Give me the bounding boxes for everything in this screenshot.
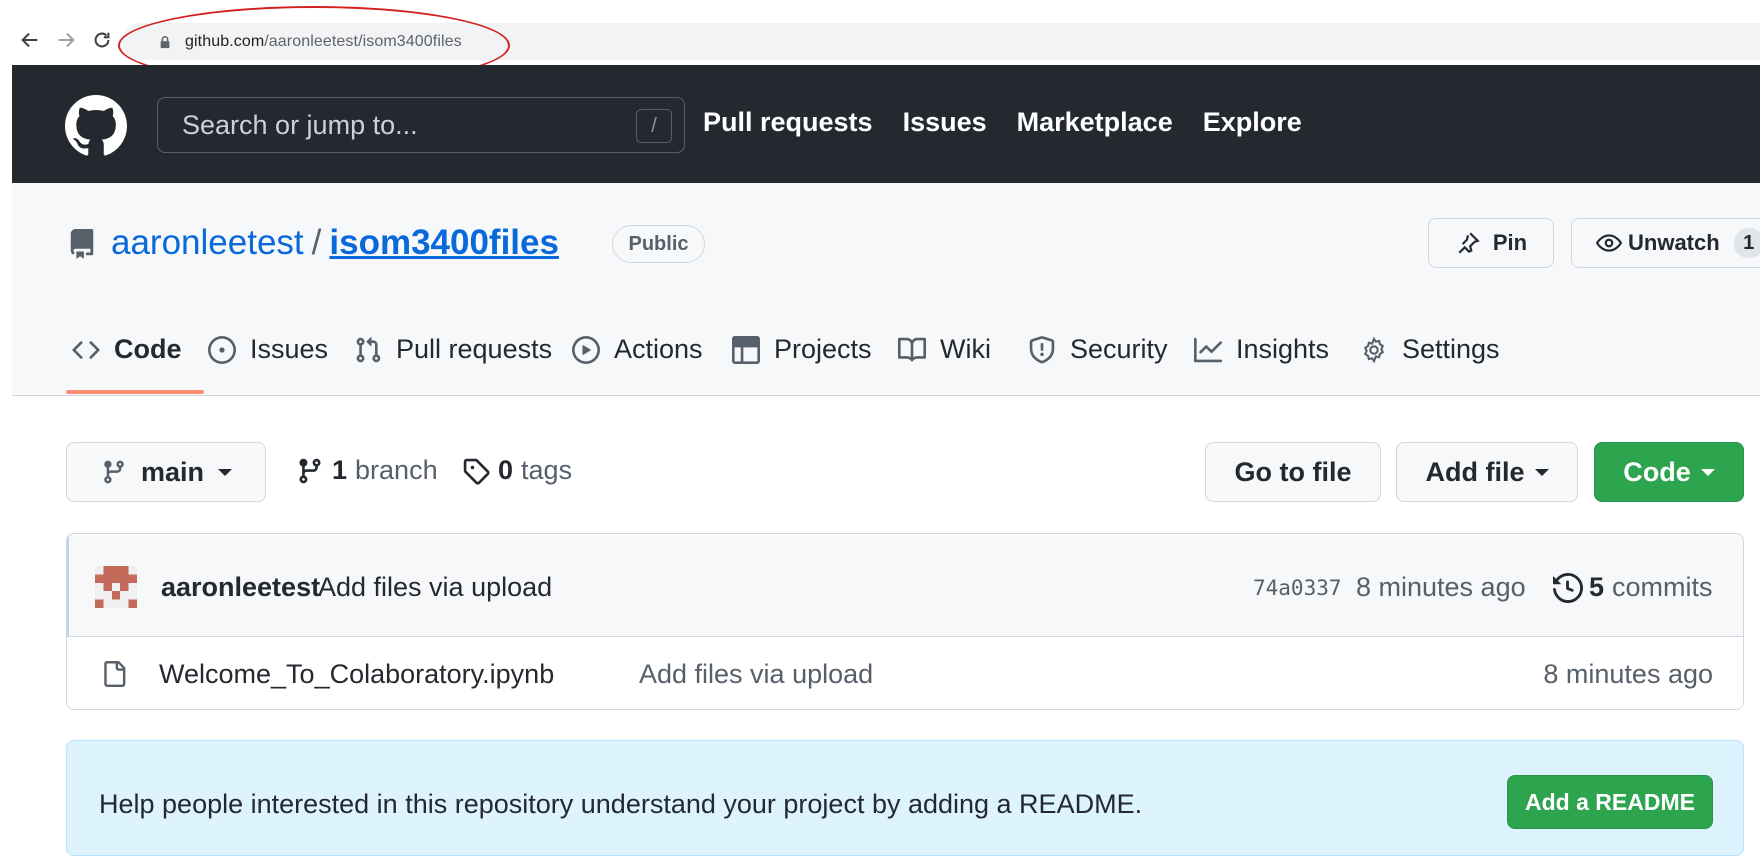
unwatch-label: Unwatch [1628, 230, 1720, 255]
tag-count-label: tags [521, 455, 573, 485]
tab-issues-label: Issues [250, 334, 329, 364]
url-path: /aaronleetest/isom3400files [264, 32, 462, 50]
repo-icon [67, 228, 97, 260]
code-button-label: Code [1623, 456, 1691, 487]
git-pull-request-icon [356, 336, 381, 362]
file-name-link[interactable]: Welcome_To_Colaboratory.ipynb [159, 659, 554, 690]
tab-code[interactable]: Code [72, 303, 182, 396]
tab-settings-label: Settings [1402, 334, 1500, 364]
tab-projects-label: Projects [774, 334, 872, 364]
commit-count-label: commits [1612, 572, 1713, 602]
repo-header: aaronleetest / isom3400files Public Pin … [12, 183, 1760, 396]
branch-select-button[interactable]: main [66, 442, 266, 502]
commit-sha-link[interactable]: 74a0337 [1253, 576, 1342, 600]
tag-count-number: 0 [498, 455, 514, 485]
tab-security[interactable]: Security [1028, 303, 1168, 396]
url-domain: github.com [185, 32, 265, 50]
tab-projects[interactable]: Projects [732, 303, 872, 396]
file-commit-message-link[interactable]: Add files via upload [639, 659, 873, 690]
play-icon [572, 335, 600, 364]
commit-time: 8 minutes ago [1356, 572, 1526, 602]
chevron-down-icon [218, 468, 233, 476]
tab-settings[interactable]: Settings [1360, 303, 1500, 396]
nav-marketplace[interactable]: Marketplace [1017, 107, 1173, 138]
browser-chrome: github.com/aaronleetest/isom3400files [0, 0, 1760, 85]
book-icon [898, 337, 926, 361]
lock-icon [158, 35, 172, 49]
tag-icon [463, 458, 490, 485]
forward-arrow-icon[interactable] [52, 26, 80, 54]
eye-icon [1596, 230, 1622, 256]
readme-banner: Help people interested in this repositor… [66, 740, 1744, 856]
nav-explore[interactable]: Explore [1203, 107, 1302, 138]
avatar[interactable] [95, 566, 137, 608]
search-input[interactable]: Search or jump to... / [157, 97, 685, 153]
tab-code-label: Code [114, 334, 182, 364]
github-header: Search or jump to... / Pull requests Iss… [12, 65, 1760, 183]
latest-commit-row: aaronleetest Add files via upload 74a033… [67, 534, 1743, 637]
tab-actions-label: Actions [614, 334, 703, 364]
tab-issues[interactable]: Issues [208, 303, 328, 396]
tab-pull-requests-label: Pull requests [396, 334, 553, 364]
repo-title: aaronleetest / isom3400files [111, 223, 559, 263]
file-icon [101, 659, 127, 689]
chevron-down-icon [1534, 468, 1549, 476]
add-readme-button[interactable]: Add a README [1507, 775, 1713, 829]
commit-message-link[interactable]: Add files via upload [318, 572, 552, 603]
table-row[interactable]: Welcome_To_Colaboratory.ipynb Add files … [67, 637, 1743, 709]
add-file-label: Add file [1425, 456, 1525, 487]
table-icon [732, 335, 760, 364]
tab-pull-requests[interactable]: Pull requests [354, 303, 552, 396]
github-logo-icon[interactable] [65, 95, 127, 157]
nav-issues[interactable]: Issues [903, 107, 987, 138]
readme-prompt-text: Help people interested in this repositor… [99, 789, 1143, 819]
graph-icon [1194, 337, 1222, 362]
git-branch-icon [104, 460, 124, 484]
tab-security-label: Security [1070, 334, 1168, 364]
go-to-file-button[interactable]: Go to file [1205, 442, 1381, 502]
search-placeholder: Search or jump to... [182, 109, 418, 140]
branch-count-number: 1 [332, 455, 348, 485]
repo-owner-link[interactable]: aaronleetest [111, 223, 304, 263]
commit-author-link[interactable]: aaronleetest [161, 572, 320, 603]
add-file-button[interactable]: Add file [1396, 442, 1578, 502]
code-icon [72, 340, 100, 359]
tab-insights-label: Insights [1236, 334, 1330, 364]
search-shortcut-key: / [636, 109, 672, 143]
file-list: aaronleetest Add files via upload 74a033… [66, 533, 1744, 710]
address-bar[interactable]: github.com/aaronleetest/isom3400files [122, 23, 1760, 60]
issue-opened-icon [208, 335, 236, 364]
unwatch-button[interactable]: Unwatch 1 [1571, 218, 1760, 268]
repo-name-link[interactable]: isom3400files [329, 223, 559, 263]
history-icon [1553, 572, 1583, 603]
shield-icon [1029, 335, 1055, 363]
file-time: 8 minutes ago [1543, 659, 1713, 689]
commits-link[interactable]: 5 commits [1553, 572, 1713, 603]
pin-button[interactable]: Pin [1428, 218, 1554, 268]
code-dropdown-button[interactable]: Code [1594, 442, 1744, 502]
active-tab-underline [66, 390, 204, 394]
branches-link[interactable]: 1 branch [296, 455, 438, 486]
gear-icon [1363, 336, 1385, 363]
tab-wiki[interactable]: Wiki [898, 303, 991, 396]
reload-icon[interactable] [88, 26, 116, 54]
commit-count-number: 5 [1589, 572, 1605, 602]
pin-icon [1455, 230, 1481, 256]
global-nav: Pull requests Issues Marketplace Explore [703, 107, 1302, 138]
tags-link[interactable]: 0 tags [462, 455, 572, 486]
url-text: github.com/aaronleetest/isom3400files [185, 33, 462, 51]
watch-count: 1 [1733, 228, 1760, 258]
chevron-down-icon [1700, 468, 1715, 476]
tab-wiki-label: Wiki [940, 334, 991, 364]
git-branch-icon [299, 458, 321, 483]
nav-pull-requests[interactable]: Pull requests [703, 107, 873, 138]
visibility-badge: Public [612, 225, 705, 263]
back-arrow-icon[interactable] [16, 26, 44, 54]
branch-name: main [141, 456, 205, 487]
tab-insights[interactable]: Insights [1194, 303, 1329, 396]
tab-actions[interactable]: Actions [572, 303, 703, 396]
branch-count-label: branch [355, 455, 438, 485]
pin-label: Pin [1492, 230, 1528, 255]
repo-title-separator: / [311, 223, 322, 262]
